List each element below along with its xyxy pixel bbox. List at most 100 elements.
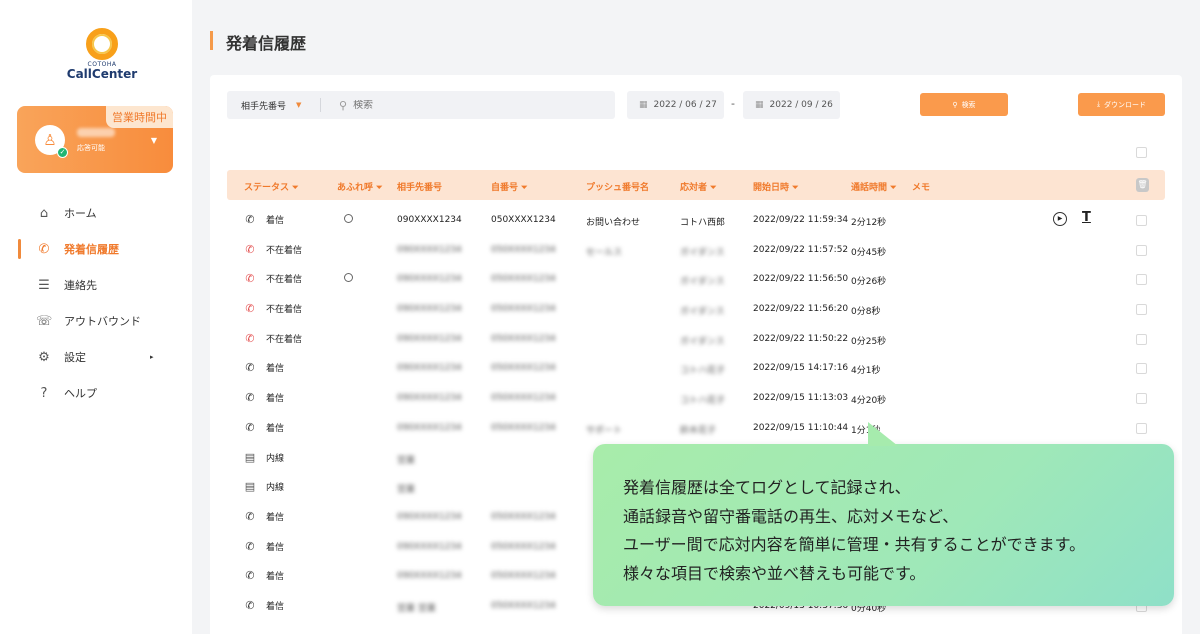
table-row[interactable]: ✆ 不在着信 090XXXX1234 050XXXX1234 ガイダンス 2022/09/… bbox=[227, 265, 1165, 295]
search-field-select[interactable]: 相手先番号 ▼ bbox=[227, 98, 321, 112]
search-button-label: 検索 bbox=[961, 100, 976, 109]
table-row[interactable]: ✆ 着信 090XXXX1234 050XXXX1234 お問い合わせ コトハ西郎 2022… bbox=[227, 206, 1165, 236]
callout-line: ユーザー間で応対内容を簡単に管理・共有することができます。 bbox=[623, 535, 1086, 554]
sidebar-item-1[interactable]: ✆ 発着信履歴 bbox=[0, 231, 192, 267]
status-cell: ✆ 不在着信 bbox=[244, 302, 302, 315]
agent-cell: ガイダンス bbox=[680, 247, 725, 258]
sidebar-item-4[interactable]: ⚙ 設定 ▸ bbox=[0, 339, 192, 375]
callout-text: 発着信履歴は全てログとして記録され、 通話録音や留守番電話の再生、応対メモなど、ユ… bbox=[623, 474, 1085, 588]
peer-cell: 090XXXX1234 bbox=[397, 244, 462, 255]
col-start-time[interactable]: 開始日時 ⏷ bbox=[753, 180, 798, 193]
date-from-field[interactable]: ▦ 2022 / 06 / 27 bbox=[627, 91, 724, 119]
row-checkbox[interactable] bbox=[1136, 215, 1147, 226]
page-title: 発着信履歴 bbox=[210, 30, 306, 54]
home-icon: ⌂ bbox=[39, 205, 49, 221]
duration-cell: 0分26秒 bbox=[851, 277, 887, 288]
peer-cell: 090XXXX1234 bbox=[397, 422, 462, 433]
row-checkbox[interactable] bbox=[1136, 333, 1147, 345]
row-checkbox[interactable] bbox=[1136, 274, 1147, 286]
duration-cell: 0分8秒 bbox=[851, 307, 881, 318]
table-row[interactable]: ✆ 不在着信 090XXXX1234 050XXXX1234 ガイダンス 2022/09/… bbox=[227, 325, 1165, 355]
status-label: 内線 bbox=[266, 453, 285, 464]
row-checkbox[interactable] bbox=[1136, 393, 1147, 405]
incoming-call-icon: ✆ bbox=[245, 569, 255, 583]
filter-icon: ⏷ bbox=[521, 183, 528, 192]
own-cell: 050XXXX1234 bbox=[491, 393, 556, 404]
trash-icon[interactable]: 🗑 bbox=[1136, 178, 1149, 192]
select-all-checkbox[interactable] bbox=[1136, 147, 1147, 158]
own-cell: 050XXXX1234 bbox=[491, 422, 556, 433]
status-cell: ✆ 不在着信 bbox=[244, 272, 302, 285]
avatar: ♙ ✓ bbox=[35, 125, 68, 158]
table-row[interactable]: ✆ 着信 090XXXX1234 050XXXX1234 コトハ花子 2022/09/15… bbox=[227, 384, 1165, 414]
col-status[interactable]: ステータス ⏷ bbox=[244, 180, 298, 193]
push-cell: セールス bbox=[586, 247, 623, 258]
user-status-card[interactable]: 営業時間中 ♙ ✓ 応答可能 ▼ bbox=[17, 106, 173, 173]
download-button[interactable]: ⤓ ダウンロード bbox=[1078, 93, 1165, 116]
agent-cell: ガイダンス bbox=[680, 277, 725, 288]
available-check-icon: ✓ bbox=[57, 147, 68, 158]
sidebar-item-0[interactable]: ⌂ ホーム bbox=[0, 195, 192, 231]
sidebar-item-label: 発着信履歴 bbox=[64, 243, 119, 256]
sidebar-item-2[interactable]: ☰ 連絡先 bbox=[0, 267, 192, 303]
status-label: 着信 bbox=[266, 601, 285, 612]
search-bar: 相手先番号 ▼ ⚲ bbox=[227, 91, 615, 119]
missed-call-icon: ✆ bbox=[245, 302, 255, 316]
peer-cell: 090XXXX1234 bbox=[397, 304, 462, 315]
col-own-number[interactable]: 自番号 ⏷ bbox=[491, 180, 527, 193]
peer-cell: 090XXXX1234 bbox=[397, 571, 462, 582]
user-icon: ♙ bbox=[43, 131, 57, 149]
callout-line: 様々な項目で検索や並べ替えも可能です。 bbox=[623, 563, 926, 583]
calendar-icon: ▦ bbox=[639, 100, 648, 110]
search-input[interactable] bbox=[353, 99, 554, 111]
brand-logo[interactable]: COTOHA CallCenter bbox=[64, 28, 140, 80]
peer-cell: 090XXXX1234 bbox=[397, 393, 462, 404]
col-duration[interactable]: 通話時間 ⏷ bbox=[851, 180, 896, 193]
filter-icon: ⏷ bbox=[292, 183, 299, 192]
outbound-icon: ☏ bbox=[36, 313, 53, 329]
col-overflow[interactable]: あふれ呼 ⏷ bbox=[337, 180, 382, 193]
own-cell: 050XXXX1234 bbox=[491, 244, 556, 255]
sidebar-item-5[interactable]: ? ヘルプ bbox=[0, 375, 192, 411]
row-checkbox[interactable] bbox=[1136, 304, 1147, 316]
status-cell: ✆ 不在着信 bbox=[244, 332, 302, 345]
table-row[interactable]: ✆ 不在着信 090XXXX1234 050XXXX1234 セールス ガイダンス 2022… bbox=[227, 236, 1165, 266]
phone-history-icon: ✆ bbox=[38, 241, 50, 257]
play-recording-icon[interactable]: ▶ bbox=[1053, 212, 1067, 226]
peer-cell: 営業 bbox=[397, 455, 416, 466]
peer-cell: 090XXXX1234 bbox=[397, 363, 462, 374]
status-label: 着信 bbox=[266, 364, 285, 375]
date-to-field[interactable]: ▦ 2022 / 09 / 26 bbox=[743, 91, 840, 119]
push-cell: サポート bbox=[586, 425, 623, 436]
status-label: 着信 bbox=[266, 542, 285, 553]
col-agent[interactable]: 応対者 ⏷ bbox=[680, 180, 716, 193]
sidebar-item-3[interactable]: ☏ アウトバウンド bbox=[0, 303, 192, 339]
download-button-label: ダウンロード bbox=[1104, 100, 1147, 109]
help-icon: ? bbox=[40, 385, 48, 401]
date-from-value: 2022 / 06 / 27 bbox=[653, 100, 717, 110]
start-cell: 2022/09/15 14:17:16 bbox=[753, 363, 849, 374]
incoming-call-icon: ✆ bbox=[245, 598, 255, 612]
agent-cell: ガイダンス bbox=[680, 307, 725, 318]
row-checkbox[interactable] bbox=[1136, 244, 1147, 256]
sidebar-item-label: 設定 bbox=[64, 351, 86, 364]
row-checkbox[interactable] bbox=[1136, 422, 1147, 434]
own-cell: 050XXXX1234 bbox=[491, 511, 556, 522]
table-row[interactable]: ✆ 着信 090XXXX1234 050XXXX1234 サポート 鈴木花子 2022/09… bbox=[227, 414, 1165, 444]
row-checkbox[interactable] bbox=[1136, 363, 1147, 375]
status-label: 着信 bbox=[266, 394, 285, 405]
table-row[interactable]: ✆ 着信 090XXXX1234 050XXXX1234 コトハ花子 2022/09/15… bbox=[227, 354, 1165, 384]
start-cell: 2022/09/15 11:10:44 bbox=[753, 422, 849, 433]
duration-cell: 0分45秒 bbox=[851, 247, 887, 258]
chevron-right-icon: ▸ bbox=[150, 353, 154, 361]
own-cell: 050XXXX1234 bbox=[491, 215, 556, 225]
transcript-icon[interactable]: T bbox=[1082, 210, 1091, 225]
start-cell: 2022/09/22 11:56:20 bbox=[753, 304, 849, 315]
filter-icon: ⏷ bbox=[792, 183, 799, 192]
missed-call-icon: ✆ bbox=[245, 331, 255, 345]
duration-cell: 4分1秒 bbox=[851, 366, 881, 377]
missed-call-icon: ✆ bbox=[245, 242, 255, 256]
table-row[interactable]: ✆ 不在着信 090XXXX1234 050XXXX1234 ガイダンス 2022/09/… bbox=[227, 295, 1165, 325]
chevron-down-icon[interactable]: ▼ bbox=[151, 136, 157, 145]
search-button[interactable]: ⚲ 検索 bbox=[920, 93, 1008, 116]
